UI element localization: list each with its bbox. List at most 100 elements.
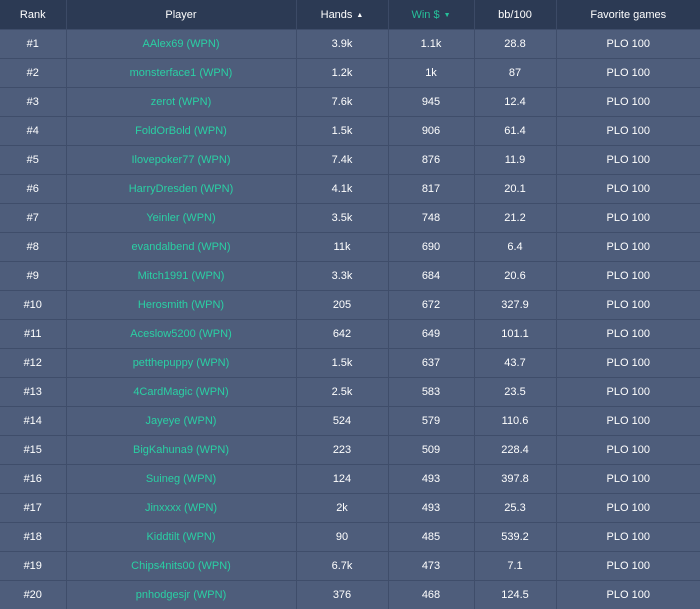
rank-cell: #5	[0, 145, 67, 175]
rank-cell: #9	[0, 261, 67, 291]
player-link[interactable]: Chips4nits00 (WPN)	[131, 560, 231, 572]
favorite-games-cell: PLO 100	[556, 406, 700, 436]
column-header-favorite-games[interactable]: Favorite games	[556, 0, 700, 30]
table-row: #9 Mitch1991 (WPN) 3.3k 684 20.6 PLO 100	[0, 261, 700, 291]
player-link[interactable]: Jayeye (WPN)	[146, 415, 217, 427]
player-cell: FoldOrBold (WPN)	[66, 116, 297, 146]
bb100-cell: 7.1	[474, 551, 557, 581]
player-link[interactable]: Herosmith (WPN)	[138, 299, 224, 311]
table-row: #8 evandalbend (WPN) 11k 690 6.4 PLO 100	[0, 232, 700, 262]
player-cell: Kiddtilt (WPN)	[66, 522, 297, 552]
bb100-cell: 110.6	[474, 406, 557, 436]
player-cell: Herosmith (WPN)	[66, 290, 297, 320]
rank-cell: #18	[0, 522, 67, 552]
player-cell: Suineg (WPN)	[66, 464, 297, 494]
favorite-games-cell: PLO 100	[556, 290, 700, 320]
column-header-hands[interactable]: Hands ▲	[296, 0, 389, 30]
player-link[interactable]: Kiddtilt (WPN)	[146, 531, 215, 543]
hands-cell: 3.5k	[296, 203, 389, 233]
hands-cell: 124	[296, 464, 389, 494]
favorite-games-cell: PLO 100	[556, 348, 700, 378]
column-header-rank[interactable]: Rank	[0, 0, 67, 30]
player-link[interactable]: Mitch1991 (WPN)	[138, 270, 225, 282]
player-cell: pnhodgesjr (WPN)	[66, 580, 297, 609]
player-link[interactable]: HarryDresden (WPN)	[129, 183, 234, 195]
player-link[interactable]: Aceslow5200 (WPN)	[130, 328, 231, 340]
win-cell: 579	[388, 406, 475, 436]
column-header-win-label: Win $	[411, 8, 440, 21]
player-link[interactable]: AAlex69 (WPN)	[142, 38, 219, 50]
win-cell: 493	[388, 493, 475, 523]
hands-cell: 3.9k	[296, 29, 389, 59]
rank-cell: #1	[0, 29, 67, 59]
player-link[interactable]: zerot (WPN)	[151, 96, 212, 108]
win-cell: 945	[388, 87, 475, 117]
player-link[interactable]: 4CardMagic (WPN)	[133, 386, 228, 398]
favorite-games-cell: PLO 100	[556, 464, 700, 494]
player-link[interactable]: BigKahuna9 (WPN)	[133, 444, 229, 456]
column-header-rank-label: Rank	[19, 8, 46, 21]
table-row: #15 BigKahuna9 (WPN) 223 509 228.4 PLO 1…	[0, 435, 700, 465]
hands-cell: 6.7k	[296, 551, 389, 581]
column-header-player[interactable]: Player	[66, 0, 297, 30]
column-header-bb100[interactable]: bb/100	[474, 0, 557, 30]
player-cell: petthepuppy (WPN)	[66, 348, 297, 378]
player-cell: Ilovepoker77 (WPN)	[66, 145, 297, 175]
hands-cell: 2.5k	[296, 377, 389, 407]
player-link[interactable]: monsterface1 (WPN)	[130, 67, 233, 79]
column-header-win[interactable]: Win $ ▼	[388, 0, 475, 30]
player-link[interactable]: evandalbend (WPN)	[131, 241, 230, 253]
player-cell: 4CardMagic (WPN)	[66, 377, 297, 407]
rank-cell: #11	[0, 319, 67, 349]
player-link[interactable]: Yeinler (WPN)	[146, 212, 215, 224]
bb100-cell: 6.4	[474, 232, 557, 262]
column-header-bb100-label: bb/100	[498, 8, 532, 21]
table-row: #18 Kiddtilt (WPN) 90 485 539.2 PLO 100	[0, 522, 700, 552]
player-link[interactable]: pnhodgesjr (WPN)	[136, 589, 226, 601]
bb100-cell: 61.4	[474, 116, 557, 146]
leaderboard-table: Rank Player Hands ▲ Win $ ▼ bb/100 Favorit…	[0, 0, 700, 609]
player-link[interactable]: Suineg (WPN)	[146, 473, 216, 485]
player-link[interactable]: petthepuppy (WPN)	[133, 357, 230, 369]
rank-cell: #13	[0, 377, 67, 407]
table-row: #16 Suineg (WPN) 124 493 397.8 PLO 100	[0, 464, 700, 494]
rank-cell: #7	[0, 203, 67, 233]
win-cell: 672	[388, 290, 475, 320]
favorite-games-cell: PLO 100	[556, 493, 700, 523]
table-row: #2 monsterface1 (WPN) 1.2k 1k 87 PLO 100	[0, 58, 700, 88]
hands-cell: 524	[296, 406, 389, 436]
bb100-cell: 12.4	[474, 87, 557, 117]
favorite-games-cell: PLO 100	[556, 319, 700, 349]
win-cell: 468	[388, 580, 475, 609]
hands-cell: 7.4k	[296, 145, 389, 175]
bb100-cell: 101.1	[474, 319, 557, 349]
rank-cell: #12	[0, 348, 67, 378]
rank-cell: #16	[0, 464, 67, 494]
bb100-cell: 397.8	[474, 464, 557, 494]
favorite-games-cell: PLO 100	[556, 58, 700, 88]
hands-cell: 642	[296, 319, 389, 349]
favorite-games-cell: PLO 100	[556, 29, 700, 59]
table-row: #19 Chips4nits00 (WPN) 6.7k 473 7.1 PLO …	[0, 551, 700, 581]
bb100-cell: 11.9	[474, 145, 557, 175]
hands-cell: 11k	[296, 232, 389, 262]
column-header-favorite-games-label: Favorite games	[590, 8, 667, 21]
win-cell: 583	[388, 377, 475, 407]
rank-cell: #15	[0, 435, 67, 465]
bb100-cell: 539.2	[474, 522, 557, 552]
player-cell: zerot (WPN)	[66, 87, 297, 117]
player-link[interactable]: FoldOrBold (WPN)	[135, 125, 227, 137]
table-row: #17 Jinxxxx (WPN) 2k 493 25.3 PLO 100	[0, 493, 700, 523]
win-cell: 817	[388, 174, 475, 204]
column-header-hands-label: Hands	[320, 8, 353, 21]
player-cell: evandalbend (WPN)	[66, 232, 297, 262]
hands-cell: 1.2k	[296, 58, 389, 88]
win-cell: 690	[388, 232, 475, 262]
table-body: #1 AAlex69 (WPN) 3.9k 1.1k 28.8 PLO 100 …	[0, 29, 700, 609]
win-cell: 1.1k	[388, 29, 475, 59]
bb100-cell: 43.7	[474, 348, 557, 378]
player-link[interactable]: Jinxxxx (WPN)	[145, 502, 217, 514]
win-cell: 637	[388, 348, 475, 378]
header-row: Rank Player Hands ▲ Win $ ▼ bb/100 Favorit…	[0, 0, 700, 30]
player-link[interactable]: Ilovepoker77 (WPN)	[131, 154, 230, 166]
